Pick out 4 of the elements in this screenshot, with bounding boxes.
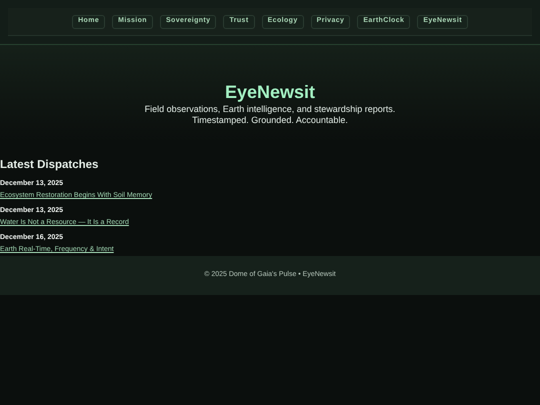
hero-title: EyeNewsit: [224, 81, 316, 103]
hero-subtitle: Field observations, Earth intelligence, and stewardship reports.: [144, 104, 396, 114]
section-heading: Latest Dispatches: [0, 158, 100, 172]
hero-subtitle: Timestamped. Grounded. Accountable.: [192, 115, 348, 125]
